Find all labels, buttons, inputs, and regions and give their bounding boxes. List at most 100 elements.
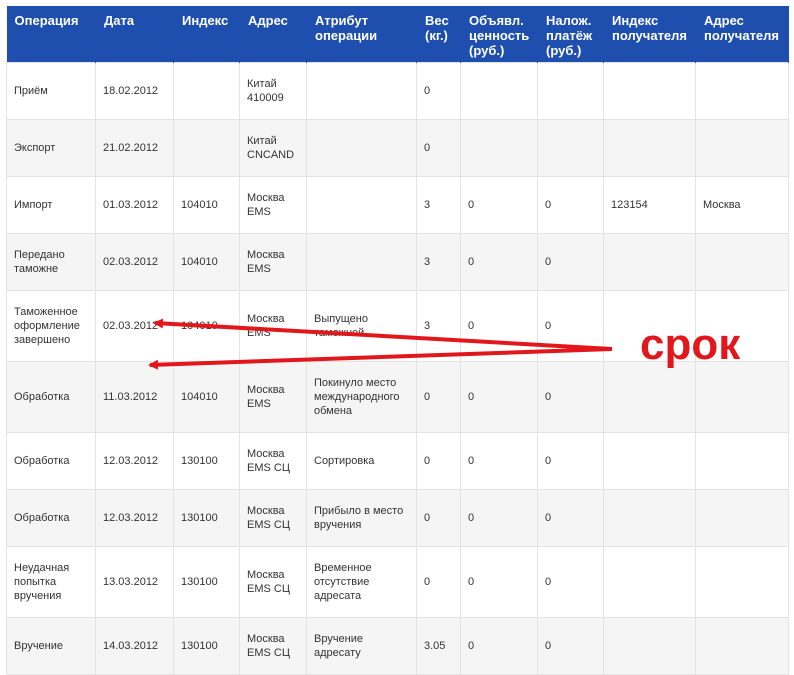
cell-date: 12.03.2012	[95, 489, 174, 547]
cell-recipient-address	[695, 432, 789, 490]
cell-address: Москва EMS	[239, 290, 307, 362]
cell-weight: 3.05	[416, 617, 461, 675]
column-header-date: Дата	[95, 6, 174, 63]
cell-address: Москва EMS	[239, 176, 307, 234]
cell-recipient-index	[603, 62, 696, 120]
column-header-recipient-address: Адрес получателя	[695, 6, 789, 63]
table-row: Приём 18.02.2012 Китай 410009 0	[6, 62, 789, 120]
cell-recipient-address	[695, 119, 789, 177]
cell-cod: 0	[537, 546, 604, 618]
cell-cod: 0	[537, 489, 604, 547]
cell-recipient-address	[695, 546, 789, 618]
table-row: Неудачная попытка вручения 13.03.2012 1301…	[6, 546, 789, 618]
cell-operation: Обработка	[6, 361, 96, 433]
cell-date: 02.03.2012	[95, 233, 174, 291]
cell-declared-value: 0	[460, 361, 538, 433]
cell-address: Москва EMS СЦ	[239, 489, 307, 547]
cell-recipient-index	[603, 489, 696, 547]
cell-recipient-index	[603, 361, 696, 433]
table-row: Экспорт 21.02.2012 Китай CNCAND 0	[6, 119, 789, 177]
cell-index: 130100	[173, 546, 240, 618]
cell-cod: 0	[537, 617, 604, 675]
cell-cod: 0	[537, 432, 604, 490]
cell-index: 130100	[173, 617, 240, 675]
cell-cod: 0	[537, 361, 604, 433]
cell-index: 104010	[173, 233, 240, 291]
cell-attribute	[306, 119, 417, 177]
cell-recipient-index	[603, 546, 696, 618]
cell-address: Москва EMS	[239, 361, 307, 433]
cell-address: Москва EMS	[239, 233, 307, 291]
table-row: Передано таможне 02.03.2012 104010 Москва E…	[6, 233, 789, 291]
cell-recipient-address	[695, 489, 789, 547]
table-row: Обработка 12.03.2012 130100 Москва EMS СЦ Пр…	[6, 489, 789, 547]
cell-recipient-address	[695, 62, 789, 120]
column-header-attribute: Атрибут операции	[306, 6, 417, 63]
cell-declared-value: 0	[460, 617, 538, 675]
cell-operation: Неудачная попытка вручения	[6, 546, 96, 618]
cell-declared-value: 0	[460, 290, 538, 362]
cell-operation: Экспорт	[6, 119, 96, 177]
annotation-label-srok: срок	[640, 320, 741, 369]
cell-weight: 3	[416, 233, 461, 291]
cell-operation: Таможенное оформление завершено	[6, 290, 96, 362]
cell-cod	[537, 119, 604, 177]
cell-address: Москва EMS СЦ	[239, 546, 307, 618]
cell-weight: 3	[416, 290, 461, 362]
cell-operation: Приём	[6, 62, 96, 120]
cell-attribute: Покинуло место международного обмена	[306, 361, 417, 433]
cell-attribute: Прибыло в место вручения	[306, 489, 417, 547]
cell-weight: 0	[416, 361, 461, 433]
cell-date: 21.02.2012	[95, 119, 174, 177]
cell-recipient-address	[695, 233, 789, 291]
cell-recipient-address: Москва	[695, 176, 789, 234]
cell-operation: Обработка	[6, 432, 96, 490]
cell-declared-value	[460, 62, 538, 120]
cell-attribute	[306, 176, 417, 234]
cell-weight: 0	[416, 489, 461, 547]
cell-recipient-index: 123154	[603, 176, 696, 234]
cell-declared-value: 0	[460, 176, 538, 234]
cell-declared-value: 0	[460, 233, 538, 291]
cell-weight: 0	[416, 119, 461, 177]
cell-declared-value	[460, 119, 538, 177]
cell-declared-value: 0	[460, 546, 538, 618]
table-header-row: Операция Дата Индекс Адрес Атрибут опера…	[6, 6, 789, 63]
cell-weight: 0	[416, 546, 461, 618]
column-header-index: Индекс	[173, 6, 240, 63]
cell-index	[173, 119, 240, 177]
column-header-recipient-index: Индекс получателя	[603, 6, 696, 63]
cell-address: Москва EMS СЦ	[239, 617, 307, 675]
cell-attribute: Вручение адресату	[306, 617, 417, 675]
cell-attribute: Сортировка	[306, 432, 417, 490]
cell-weight: 3	[416, 176, 461, 234]
cell-weight: 0	[416, 432, 461, 490]
column-header-weight: Вес (кг.)	[416, 6, 461, 63]
cell-date: 13.03.2012	[95, 546, 174, 618]
cell-recipient-index	[603, 617, 696, 675]
cell-address: Москва EMS СЦ	[239, 432, 307, 490]
cell-address: Китай CNCAND	[239, 119, 307, 177]
cell-attribute: Временное отсутствие адресата	[306, 546, 417, 618]
cell-date: 12.03.2012	[95, 432, 174, 490]
cell-operation: Передано таможне	[6, 233, 96, 291]
cell-recipient-index	[603, 432, 696, 490]
cell-index: 104010	[173, 361, 240, 433]
column-header-cod: Налож. платёж (руб.)	[537, 6, 604, 63]
cell-index: 104010	[173, 176, 240, 234]
cell-operation: Обработка	[6, 489, 96, 547]
cell-operation: Импорт	[6, 176, 96, 234]
cell-date: 02.03.2012	[95, 290, 174, 362]
cell-weight: 0	[416, 62, 461, 120]
cell-declared-value: 0	[460, 489, 538, 547]
column-header-operation: Операция	[6, 6, 96, 63]
cell-recipient-address	[695, 361, 789, 433]
cell-declared-value: 0	[460, 432, 538, 490]
cell-operation: Вручение	[6, 617, 96, 675]
cell-index: 104010	[173, 290, 240, 362]
column-header-address: Адрес	[239, 6, 307, 63]
cell-attribute	[306, 62, 417, 120]
table-row: Импорт 01.03.2012 104010 Москва EMS 3 0 0 12315…	[6, 176, 789, 234]
cell-recipient-index	[603, 233, 696, 291]
cell-date: 11.03.2012	[95, 361, 174, 433]
